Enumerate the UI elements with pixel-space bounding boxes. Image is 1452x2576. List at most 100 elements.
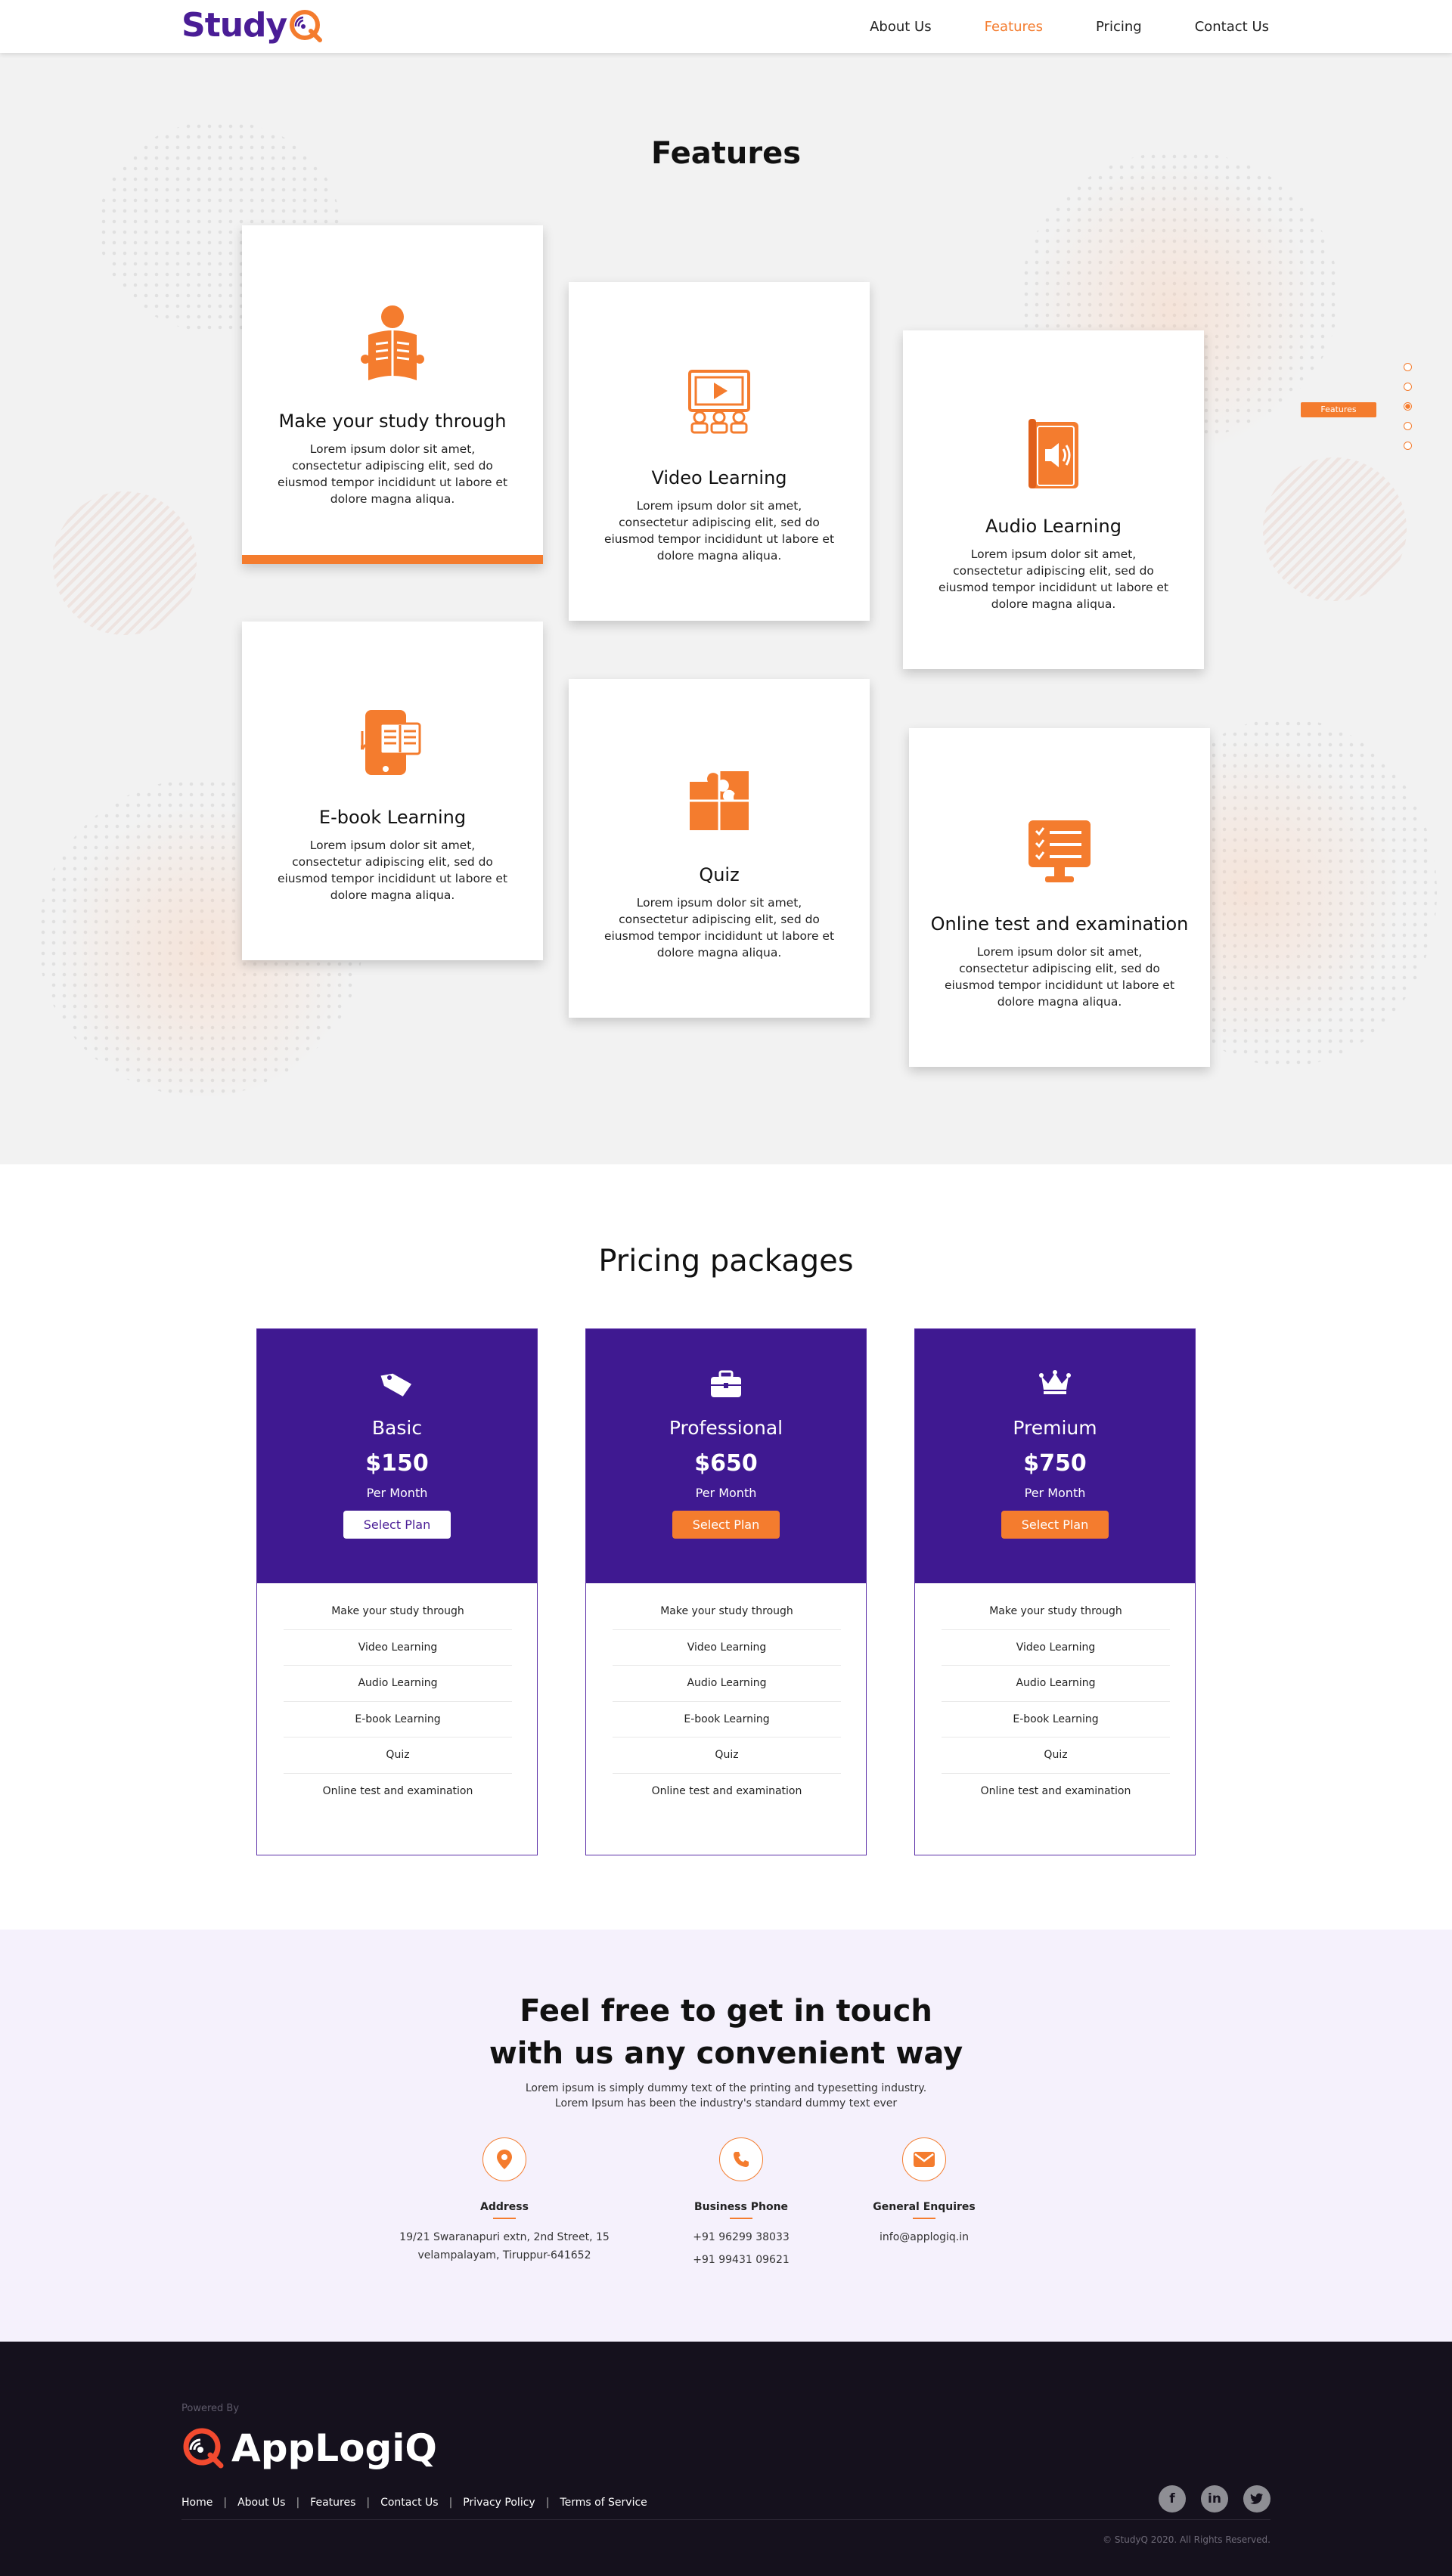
plan-header: Basic $150 Per Month Select Plan xyxy=(257,1329,537,1583)
plan-name: Basic xyxy=(371,1417,423,1439)
feature-desc: Lorem ipsum dolor sit amet, consectetur … xyxy=(277,839,508,902)
logo-text: Study xyxy=(182,6,287,45)
powered-by-label: Powered By xyxy=(182,2403,240,2414)
briefcase-icon xyxy=(586,1369,866,1399)
mail-icon xyxy=(902,2137,946,2181)
email-label: General Enquires xyxy=(873,2201,976,2213)
footer-link-privacy-policy[interactable]: Privacy Policy xyxy=(463,2497,535,2509)
footer-link-terms-of-service[interactable]: Terms of Service xyxy=(560,2497,647,2509)
feature-desc: Lorem ipsum dolor sit amet, consectetur … xyxy=(603,499,835,563)
studyq-logo[interactable]: Study xyxy=(182,6,323,45)
address-line2: velampalayam, Tiruppur-641652 xyxy=(417,2249,591,2261)
nav-features[interactable]: Features xyxy=(985,19,1043,35)
reading-person-icon xyxy=(242,305,543,382)
side-nav-dot[interactable] xyxy=(1404,363,1412,371)
side-nav-dot[interactable] xyxy=(1404,422,1412,430)
features-section: Features Make your study through Lorem i… xyxy=(0,53,1452,1164)
footer-link-features[interactable]: Features xyxy=(310,2497,355,2509)
plan-feature-item: Online test and examination xyxy=(980,1784,1131,1797)
feature-title: Audio Learning xyxy=(985,516,1122,537)
side-nav-dot-active[interactable] xyxy=(1404,402,1412,411)
label-underline xyxy=(493,2218,516,2219)
plan-feature-item: Video Learning xyxy=(613,1630,841,1666)
plan-name: Premium xyxy=(1013,1417,1097,1439)
side-nav-label: Features xyxy=(1301,402,1376,417)
bg-stripes-decoration xyxy=(53,491,197,635)
contact-section: Feel free to get in touch with us any co… xyxy=(0,1930,1452,2342)
feature-desc: Lorem ipsum dolor sit amet, consectetur … xyxy=(938,547,1169,611)
contact-title-line2: with us any convenient way xyxy=(489,2036,963,2071)
contact-email: General Enquires info@applogiq.in xyxy=(803,2137,1045,2246)
nav-about-us[interactable]: About Us xyxy=(870,19,932,35)
feature-card-study[interactable]: Make your study through Lorem ipsum dolo… xyxy=(242,225,543,564)
applogiq-logo-text: AppLogiQ xyxy=(231,2426,437,2470)
contact-subtitle: Lorem ipsum is simply dummy text of the … xyxy=(0,2081,1452,2111)
main-nav: About Us Features Pricing Contact Us xyxy=(817,0,1269,53)
section-side-nav xyxy=(1404,363,1414,461)
pricing-title: Pricing packages xyxy=(598,1244,854,1279)
nav-contact-us[interactable]: Contact Us xyxy=(1195,19,1269,35)
contact-sub-line1: Lorem ipsum is simply dummy text of the … xyxy=(525,2082,927,2094)
label-underline xyxy=(913,2218,935,2219)
side-nav-dot[interactable] xyxy=(1404,383,1412,391)
feature-card-online-test[interactable]: Online test and examination Lorem ipsum … xyxy=(909,728,1210,1067)
feature-title: E-book Learning xyxy=(318,807,467,828)
feature-desc: Lorem ipsum dolor sit amet, consectetur … xyxy=(944,945,1175,1009)
bg-stripes-decoration xyxy=(1263,457,1407,601)
plan-feature-list: Make your study through Video Learning A… xyxy=(613,1594,841,1809)
contact-address: Address 19/21 Swaranapuri extn, 2nd Stre… xyxy=(383,2137,625,2264)
feature-title: Online test and examination xyxy=(930,913,1189,935)
address-label: Address xyxy=(480,2201,529,2213)
contact-title-line1: Feel free to get in touch xyxy=(520,1994,932,2029)
separator: | xyxy=(223,2497,228,2509)
plan-card-premium: Premium $750 Per Month Select Plan Make … xyxy=(914,1328,1196,1855)
footer-nav: Home | About Us | Features | Contact Us | Pr… xyxy=(182,2497,647,2509)
applogiq-logo[interactable]: AppLogiQ xyxy=(182,2426,437,2470)
footer-link-about-us[interactable]: About Us xyxy=(237,2497,285,2509)
linkedin-icon[interactable]: in xyxy=(1201,2485,1228,2512)
copyright-text: © StudyQ 2020. All Rights Reserved. xyxy=(1103,2534,1270,2545)
select-plan-button-professional[interactable]: Select Plan xyxy=(672,1511,780,1539)
social-links: f in xyxy=(1143,2485,1270,2512)
plan-feature-item: Make your study through xyxy=(942,1594,1170,1630)
feature-card-quiz[interactable]: Quiz Lorem ipsum dolor sit amet, consect… xyxy=(569,679,870,1018)
plan-card-professional: Professional $650 Per Month Select Plan … xyxy=(585,1328,867,1855)
feature-card-ebook-learning[interactable]: E-book Learning Lorem ipsum dolor sit am… xyxy=(242,622,543,960)
plan-feature-item: Quiz xyxy=(284,1737,512,1774)
facebook-icon[interactable]: f xyxy=(1159,2485,1186,2512)
contact-title: Feel free to get in touch with us any co… xyxy=(0,1990,1452,2075)
email-address[interactable]: info@applogiq.in xyxy=(803,2228,1045,2246)
plan-name: Professional xyxy=(669,1417,783,1439)
feature-title: Video Learning xyxy=(651,467,787,488)
plan-feature-item: E-book Learning xyxy=(284,1702,512,1737)
plan-feature-item: Make your study through xyxy=(284,1594,512,1630)
footer-link-home[interactable]: Home xyxy=(182,2497,213,2509)
pricing-section: Pricing packages Basic $150 Per Month Se… xyxy=(0,1164,1452,1930)
select-plan-button-premium[interactable]: Select Plan xyxy=(1001,1511,1109,1539)
plan-header: Premium $750 Per Month Select Plan xyxy=(915,1329,1195,1583)
footer-link-contact-us[interactable]: Contact Us xyxy=(380,2497,438,2509)
feature-title: Quiz xyxy=(699,864,740,885)
plan-card-basic: Basic $150 Per Month Select Plan Make yo… xyxy=(256,1328,538,1855)
plan-feature-list: Make your study through Video Learning A… xyxy=(942,1594,1170,1809)
tag-icon xyxy=(257,1369,537,1399)
ebook-phone-icon xyxy=(242,708,543,777)
plan-header: Professional $650 Per Month Select Plan xyxy=(586,1329,866,1583)
nav-pricing[interactable]: Pricing xyxy=(1096,19,1142,35)
feature-card-audio-learning[interactable]: Audio Learning Lorem ipsum dolor sit ame… xyxy=(903,330,1204,669)
plan-period: Per Month xyxy=(1024,1486,1086,1500)
plan-feature-item: Make your study through xyxy=(613,1594,841,1630)
plan-feature-item: Online test and examination xyxy=(651,1784,802,1797)
plan-feature-item: Quiz xyxy=(942,1737,1170,1774)
plan-period: Per Month xyxy=(366,1486,428,1500)
phone-number-2[interactable]: +91 99431 09621 xyxy=(620,2251,862,2269)
twitter-icon[interactable] xyxy=(1243,2485,1270,2512)
location-pin-icon xyxy=(482,2137,526,2181)
plan-feature-item: Quiz xyxy=(613,1737,841,1774)
side-nav-dot[interactable] xyxy=(1404,442,1412,450)
select-plan-button-basic[interactable]: Select Plan xyxy=(343,1511,451,1539)
plan-price: $750 xyxy=(1023,1450,1087,1477)
checklist-monitor-icon xyxy=(909,819,1210,884)
plan-feature-item: Audio Learning xyxy=(942,1666,1170,1702)
feature-card-video-learning[interactable]: Video Learning Lorem ipsum dolor sit ame… xyxy=(569,282,870,621)
